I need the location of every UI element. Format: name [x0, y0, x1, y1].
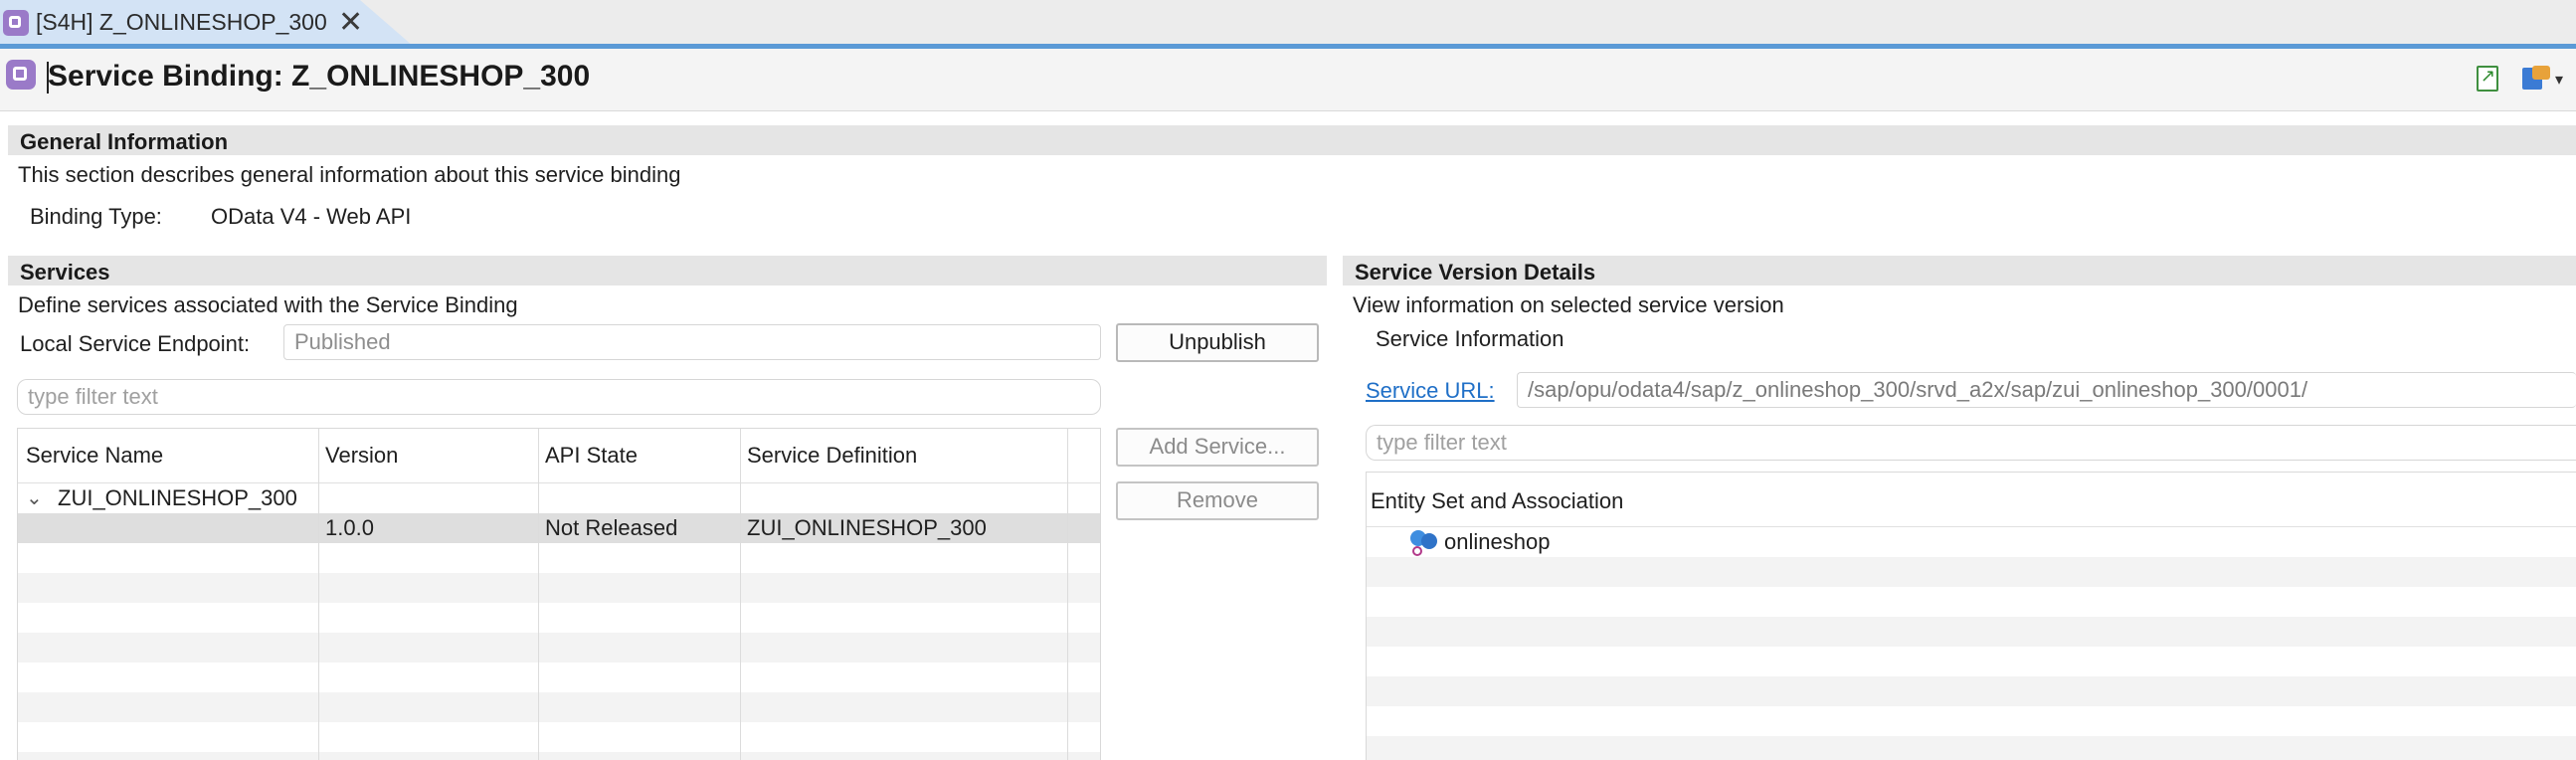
settings-badge-shape: [2532, 66, 2550, 80]
column-separator: [538, 429, 539, 760]
service-information-label: Service Information: [1376, 326, 1564, 351]
close-icon[interactable]: ✕: [338, 4, 363, 42]
entity-name: onlineshop: [1444, 529, 1551, 554]
entity-tree-heading: Entity Set and Association: [1371, 488, 1624, 513]
tab-label[interactable]: [S4H] Z_ONLINESHOP_300: [36, 9, 327, 36]
cell-version: 1.0.0: [325, 515, 374, 540]
column-header-version[interactable]: Version: [321, 429, 398, 482]
add-service-button[interactable]: Add Service...: [1116, 428, 1319, 467]
endpoint-field: Published: [283, 324, 1101, 360]
column-header-service-name[interactable]: Service Name: [22, 429, 163, 482]
chevron-down-icon[interactable]: ▾: [2555, 70, 2563, 90]
empty-row: [18, 692, 1100, 722]
services-header: Services: [8, 256, 1327, 285]
column-separator: [318, 429, 319, 760]
general-info-description: This section describes general informati…: [18, 162, 681, 187]
service-binding-icon: [3, 10, 29, 36]
service-url-link[interactable]: Service URL:: [1366, 378, 1495, 404]
column-separator: [740, 429, 741, 760]
service-version-details-heading: Service Version Details: [1355, 260, 1596, 285]
service-version-details-header: Service Version Details: [1343, 256, 2576, 285]
column-header-service-definition[interactable]: Service Definition: [743, 429, 917, 482]
empty-row: [1367, 557, 2576, 587]
entity-set-tree[interactable]: Entity Set and Association onlineshop: [1366, 472, 2576, 760]
service-version-details-description: View information on selected service ver…: [1353, 292, 1784, 317]
cell-api-state: Not Released: [545, 515, 678, 540]
services-heading: Services: [20, 260, 110, 285]
unpublish-button[interactable]: Unpublish: [1116, 323, 1319, 362]
services-description: Define services associated with the Serv…: [18, 292, 518, 317]
entity-filter-input[interactable]: type filter text: [1366, 425, 2576, 461]
refresh-icon[interactable]: [2477, 66, 2498, 92]
settings-icon[interactable]: [2522, 66, 2550, 92]
empty-row: [18, 573, 1100, 603]
remove-button[interactable]: Remove: [1116, 481, 1319, 520]
tree-item[interactable]: onlineshop: [1367, 527, 2576, 557]
services-filter-input[interactable]: type filter text: [17, 379, 1101, 415]
empty-row: [18, 752, 1100, 760]
service-group-name: ZUI_ONLINESHOP_300: [58, 485, 297, 510]
services-table[interactable]: Service Name Version API State Service D…: [17, 428, 1101, 760]
empty-row: [18, 633, 1100, 663]
table-row[interactable]: ⌄ ZUI_ONLINESHOP_300: [18, 483, 1100, 513]
general-info-heading: General Information: [20, 129, 229, 154]
page-title: Service Binding: Z_ONLINESHOP_300: [48, 60, 591, 93]
column-header-api-state[interactable]: API State: [541, 429, 638, 482]
column-separator: [1067, 429, 1068, 760]
empty-row: [1367, 736, 2576, 760]
cell-service-definition: ZUI_ONLINESHOP_300: [747, 515, 987, 540]
endpoint-label: Local Service Endpoint:: [20, 331, 251, 356]
chevron-down-icon[interactable]: ⌄: [26, 483, 43, 513]
table-row[interactable]: 1.0.0 Not Released ZUI_ONLINESHOP_300: [18, 513, 1100, 543]
empty-row: [1367, 676, 2576, 706]
service-url-field: /sap/opu/odata4/sap/z_onlineshop_300/srv…: [1517, 372, 2576, 408]
entity-set-icon: [1410, 530, 1437, 556]
service-binding-icon: [6, 60, 36, 90]
binding-type-label: Binding Type:: [30, 204, 162, 229]
binding-type-value: OData V4 - Web API: [211, 204, 412, 229]
empty-row: [1367, 617, 2576, 647]
text-cursor: [47, 62, 49, 94]
general-info-header: General Information: [8, 125, 2576, 155]
